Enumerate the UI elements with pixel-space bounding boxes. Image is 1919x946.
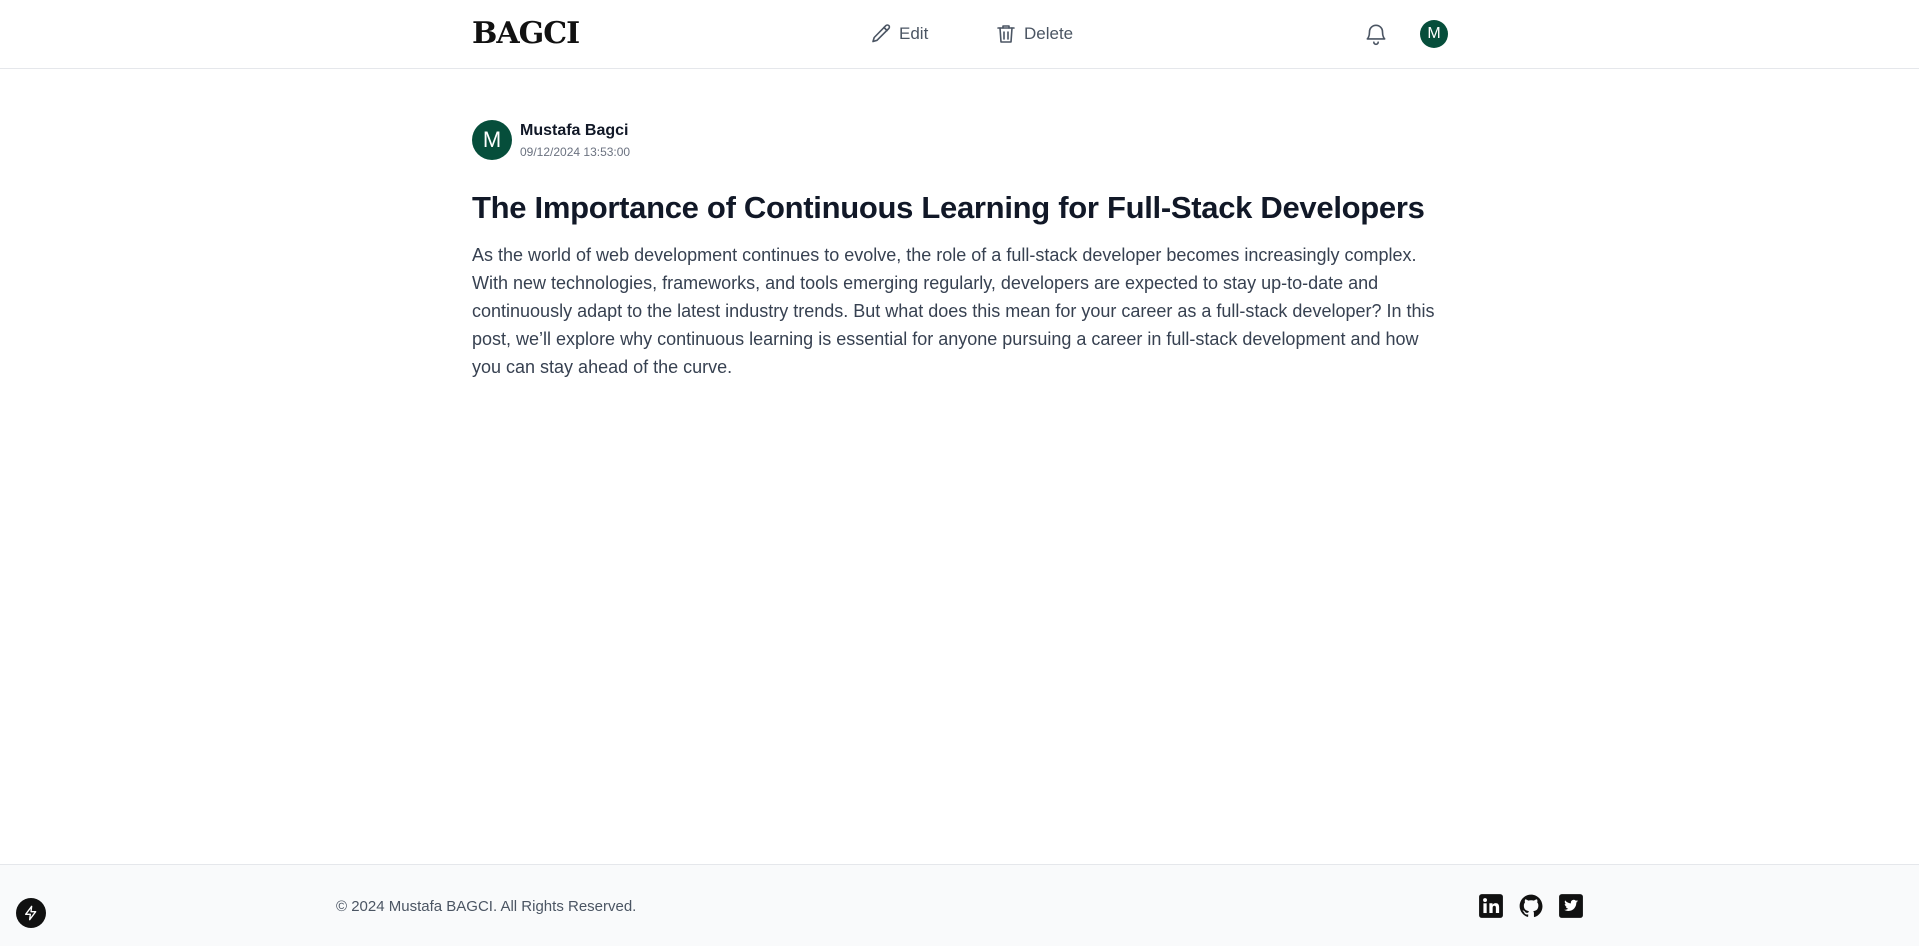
delete-button[interactable]: Delete bbox=[994, 22, 1073, 46]
delete-label: Delete bbox=[1024, 24, 1074, 43]
author-avatar[interactable]: M bbox=[472, 120, 512, 160]
post-body: As the world of web development continue… bbox=[472, 245, 1435, 377]
github-icon[interactable] bbox=[1518, 893, 1544, 919]
post-date: 09/12/2024 13:53:00 bbox=[520, 145, 631, 159]
edit-button[interactable]: Edit bbox=[869, 22, 928, 46]
top-nav: BAGCI Edit Delete M bbox=[0, 0, 1919, 69]
dev-tools-button[interactable] bbox=[16, 898, 46, 928]
post-title: The Importance of Continuous Learning fo… bbox=[472, 190, 1425, 225]
author-name[interactable]: Mustafa Bagci bbox=[520, 121, 630, 141]
site-footer: © 2024 Mustafa BAGCI. All Rights Reserve… bbox=[0, 864, 1919, 946]
trash-icon bbox=[997, 25, 1015, 43]
post-author: M Mustafa Bagci 09/12/2024 13:53:00 bbox=[472, 120, 630, 160]
user-avatar[interactable]: M bbox=[1420, 20, 1448, 48]
lightning-icon bbox=[25, 905, 37, 921]
site-logo[interactable]: BAGCI bbox=[472, 17, 580, 51]
edit-label: Edit bbox=[899, 24, 929, 43]
copyright-text: © 2024 Mustafa BAGCI. All Rights Reserve… bbox=[336, 898, 637, 915]
pencil-icon bbox=[872, 24, 891, 43]
social-links bbox=[1478, 893, 1584, 919]
author-meta: Mustafa Bagci 09/12/2024 13:53:00 bbox=[520, 121, 630, 159]
linkedin-icon[interactable] bbox=[1478, 893, 1504, 919]
bell-icon[interactable] bbox=[1363, 21, 1389, 47]
twitter-icon[interactable] bbox=[1558, 893, 1584, 919]
